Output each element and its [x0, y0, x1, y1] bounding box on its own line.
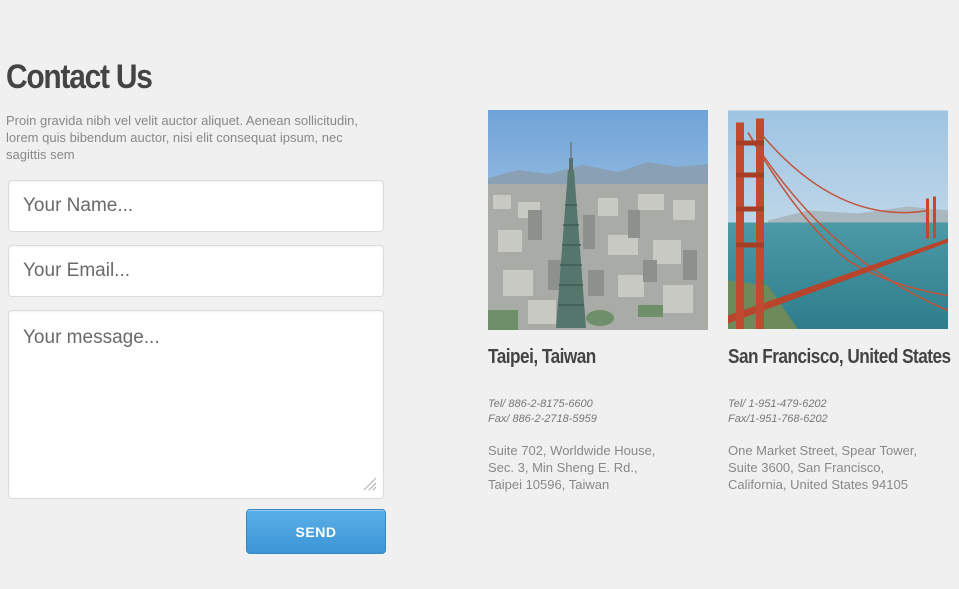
office-city-name: Taipei, Taiwan [488, 346, 596, 368]
page-title: Contact Us [6, 58, 153, 96]
email-field[interactable] [8, 245, 384, 297]
intro-text: Proin gravida nibh vel velit auctor aliq… [6, 113, 358, 162]
office-address-line: Suite 702, Worldwide House, [488, 443, 656, 458]
resize-grip-icon[interactable] [360, 474, 378, 492]
office-city-name: San Francisco, United States [728, 346, 951, 368]
office-fax: Fax/ 886-2-2718-5959 [488, 413, 597, 425]
office-address-line: California, United States 94105 [728, 477, 908, 492]
name-field[interactable] [8, 180, 384, 232]
message-field[interactable] [8, 310, 384, 499]
office-address-line: One Market Street, Spear Tower, [728, 443, 918, 458]
san-francisco-photo [728, 110, 948, 329]
office-address-line: Suite 3600, San Francisco, [728, 460, 885, 475]
send-button[interactable]: SEND [246, 509, 386, 554]
office-address-line: Sec. 3, Min Sheng E. Rd., [488, 460, 638, 475]
office-tel: Tel/ 886-2-8175-6600 [488, 398, 593, 410]
taipei-photo [488, 110, 708, 330]
office-fax: Fax/1-951-768-6202 [728, 413, 828, 425]
office-tel: Tel/ 1-951-479-6202 [728, 398, 827, 410]
office-address-line: Taipei 10596, Taiwan [488, 477, 610, 492]
